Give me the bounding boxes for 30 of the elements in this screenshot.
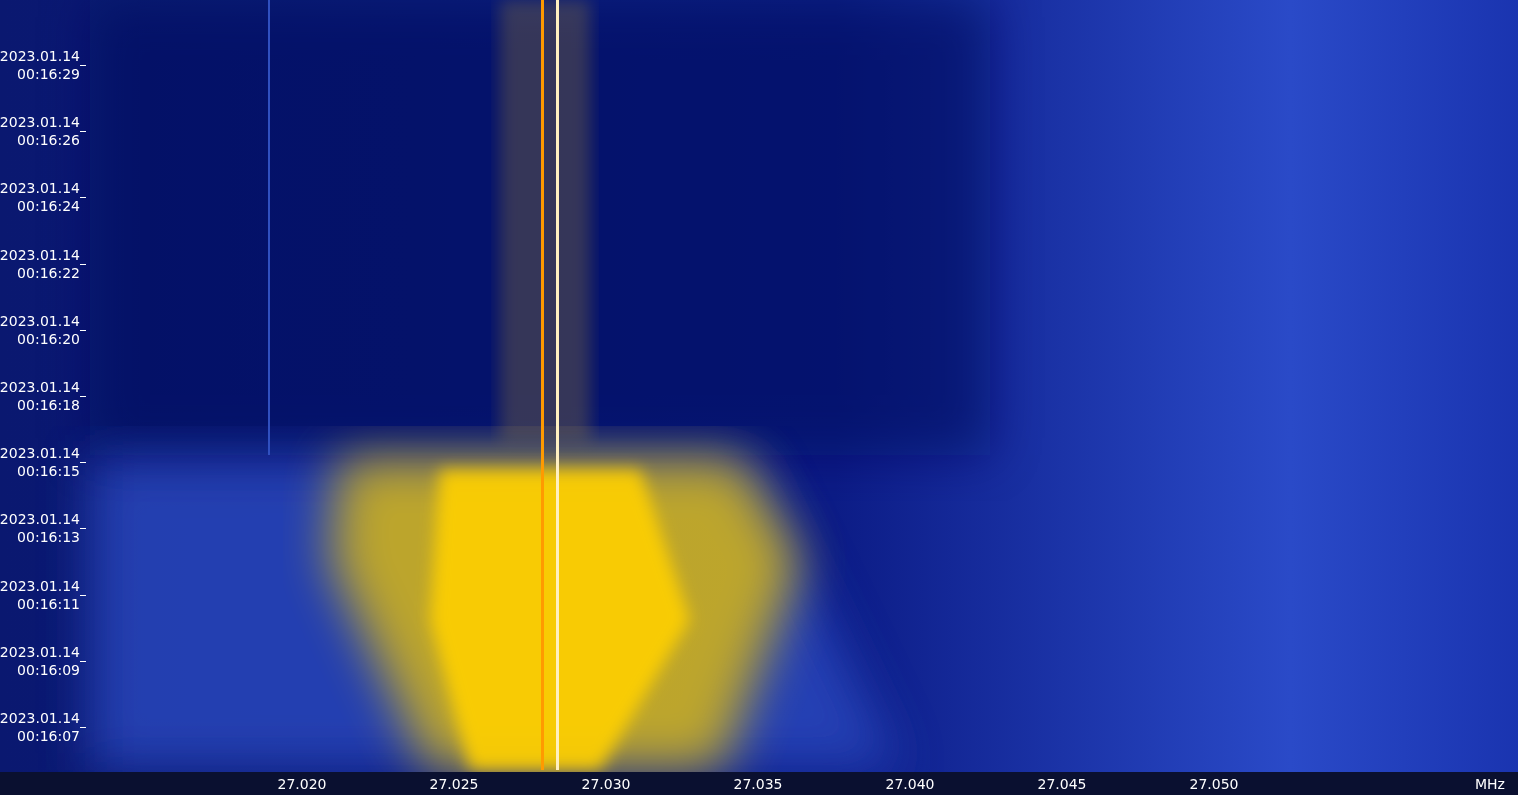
time-label: 00:16:11 <box>17 594 80 613</box>
frequency-label: 27.040 <box>885 775 935 793</box>
time-label: 00:16:29 <box>17 65 80 83</box>
time-label: 00:16:20 <box>17 329 80 348</box>
frequency-label: 27.050 <box>1189 775 1239 793</box>
frequency-label: 27.025 <box>429 775 479 793</box>
date-label: 2023.01.14 <box>0 444 80 463</box>
time-label: 00:16:22 <box>17 263 80 282</box>
frequency-label: 27.020 <box>277 775 327 793</box>
unit-label: MHz <box>1475 775 1505 793</box>
time-label: 00:16:07 <box>17 727 80 745</box>
date-label: 2023.01.14 <box>0 113 80 132</box>
frequency-label: 27.045 <box>1037 775 1087 793</box>
date-label: 2023.01.14 <box>0 510 80 529</box>
frequency-label: 27.030 <box>581 775 631 793</box>
time-label: 00:16:26 <box>17 131 80 150</box>
date-label: 2023.01.14 <box>0 47 80 65</box>
date-label: 2023.01.14 <box>0 576 80 595</box>
date-label: 2023.01.14 <box>0 245 80 264</box>
time-label: 00:16:15 <box>17 462 80 481</box>
time-label: 00:16:13 <box>17 528 80 547</box>
date-label: 2023.01.14 <box>0 709 80 727</box>
time-label: 00:16:09 <box>17 660 80 679</box>
frequency-label: 27.035 <box>733 775 783 793</box>
time-label: 00:16:24 <box>17 197 80 216</box>
date-label: 2023.01.14 <box>0 179 80 198</box>
date-label: 2023.01.14 <box>0 642 80 661</box>
date-label: 2023.01.14 <box>0 311 80 330</box>
date-label: 2023.01.14 <box>0 378 80 396</box>
time-label: 00:16:18 <box>17 396 80 414</box>
